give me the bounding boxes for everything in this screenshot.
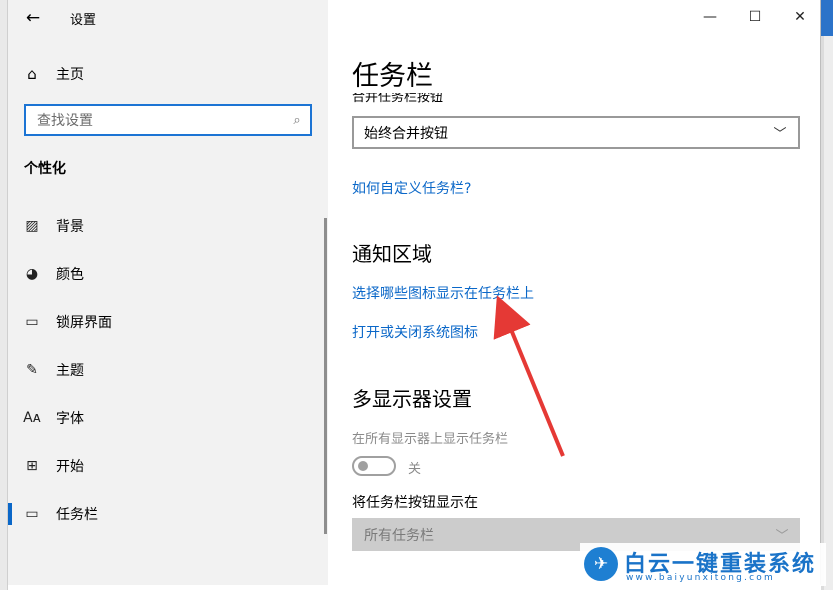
show-buttons-on-label: 将任务栏按钮显示在 bbox=[352, 495, 478, 511]
toggle-knob bbox=[358, 461, 368, 471]
search-box[interactable]: 查找设置 ⌕ bbox=[24, 104, 312, 136]
maximize-button[interactable]: ☐ bbox=[733, 4, 777, 30]
search-input[interactable]: 查找设置 bbox=[37, 110, 284, 130]
close-button[interactable]: ✕ bbox=[778, 4, 820, 30]
sidebar-item-label: 颜色 bbox=[56, 267, 84, 283]
sidebar-item-label: 字体 bbox=[56, 411, 84, 427]
watermark: ✈ 白云一键重装系统 www.baiyunxitong.com bbox=[580, 543, 826, 586]
home-icon: ⌂ bbox=[27, 65, 37, 83]
image-icon: ▨ bbox=[25, 218, 39, 234]
select-taskbar-icons-link[interactable]: 选择哪些图标显示在任务栏上 bbox=[352, 283, 534, 303]
sidebar-item-themes[interactable]: ✎ 主题 bbox=[8, 346, 328, 394]
sidebar-item-lock-screen[interactable]: ▭ 锁屏界面 bbox=[8, 298, 328, 346]
dropdown-value: 所有任务栏 bbox=[364, 527, 434, 544]
bird-logo-icon: ✈ bbox=[584, 547, 618, 581]
watermark-url: www.baiyunxitong.com bbox=[626, 573, 775, 583]
palette-icon: ◕ bbox=[25, 266, 39, 282]
search-icon[interactable]: ⌕ bbox=[284, 113, 310, 128]
content-scrollbar[interactable] bbox=[820, 262, 821, 412]
chevron-down-icon: ﹀ bbox=[773, 127, 787, 142]
desktop-right-edge bbox=[821, 0, 833, 590]
desktop-left-edge bbox=[0, 0, 8, 590]
section-heading: 个性化 bbox=[24, 161, 66, 177]
sidebar-item-label: 开始 bbox=[56, 459, 84, 475]
sidebar-scrollbar[interactable] bbox=[324, 218, 327, 534]
settings-window: ← 设置 ⌂ 主页 查找设置 ⌕ 个性化 ▨ 背景 ◕ 颜色 ▭ 锁屏界面 ✎ … bbox=[8, 0, 821, 585]
dropdown-value: 始终合并按钮 bbox=[364, 125, 448, 142]
sidebar-item-colors[interactable]: ◕ 颜色 bbox=[8, 250, 328, 298]
combine-buttons-label: 合并任务栏按钮 bbox=[352, 93, 443, 105]
show-on-all-displays-toggle[interactable] bbox=[352, 456, 396, 476]
sidebar-item-background[interactable]: ▨ 背景 bbox=[8, 202, 328, 250]
sidebar: ← 设置 ⌂ 主页 查找设置 ⌕ 个性化 ▨ 背景 ◕ 颜色 ▭ 锁屏界面 ✎ … bbox=[8, 0, 328, 585]
sidebar-item-label: 背景 bbox=[56, 219, 84, 235]
start-icon: ⊞ bbox=[26, 458, 38, 474]
font-icon: Aᴀ bbox=[23, 410, 41, 426]
content-pane: — ☐ ✕ 任务栏 合并任务栏按钮 始终合并按钮 ﹀ 如何自定义任务栏? 通知区… bbox=[328, 0, 821, 585]
sidebar-item-fonts[interactable]: Aᴀ 字体 bbox=[8, 394, 328, 442]
sidebar-item-label: 任务栏 bbox=[56, 507, 98, 523]
notification-area-heading: 通知区域 bbox=[352, 242, 432, 266]
show-on-all-displays-label: 在所有显示器上显示任务栏 bbox=[352, 432, 509, 447]
chevron-down-icon: ﹀ bbox=[775, 529, 789, 544]
customize-help-link[interactable]: 如何自定义任务栏? bbox=[352, 178, 471, 198]
sidebar-item-label: 主页 bbox=[56, 67, 84, 83]
multi-display-heading: 多显示器设置 bbox=[352, 387, 472, 411]
sidebar-item-start[interactable]: ⊞ 开始 bbox=[8, 442, 328, 490]
combine-buttons-label-text: 合并任务栏按钮 bbox=[352, 93, 444, 105]
combine-buttons-dropdown[interactable]: 始终合并按钮 ﹀ bbox=[352, 116, 800, 149]
minimize-button[interactable]: — bbox=[688, 4, 732, 30]
back-button[interactable]: ← bbox=[20, 6, 46, 30]
system-icons-link[interactable]: 打开或关闭系统图标 bbox=[352, 322, 478, 342]
sidebar-nav: ▨ 背景 ◕ 颜色 ▭ 锁屏界面 ✎ 主题 Aᴀ 字体 ⊞ 开始 ▭ 任务栏 bbox=[8, 202, 328, 538]
back-arrow-icon: ← bbox=[25, 8, 41, 28]
desktop-blue-strip bbox=[821, 0, 833, 36]
sidebar-item-home[interactable]: ⌂ 主页 bbox=[8, 58, 328, 90]
sidebar-item-label: 锁屏界面 bbox=[56, 315, 112, 331]
sidebar-item-label: 主题 bbox=[56, 363, 84, 379]
taskbar-icon: ▭ bbox=[25, 506, 39, 522]
sidebar-item-taskbar[interactable]: ▭ 任务栏 bbox=[8, 490, 328, 538]
theme-icon: ✎ bbox=[26, 362, 38, 378]
page-title: 任务栏 bbox=[352, 61, 433, 92]
toggle-state-label: 关 bbox=[408, 462, 422, 477]
app-title: 设置 bbox=[70, 13, 97, 28]
active-indicator bbox=[8, 503, 12, 525]
lock-screen-icon: ▭ bbox=[25, 314, 39, 330]
desktop-panel-strip bbox=[824, 36, 833, 590]
